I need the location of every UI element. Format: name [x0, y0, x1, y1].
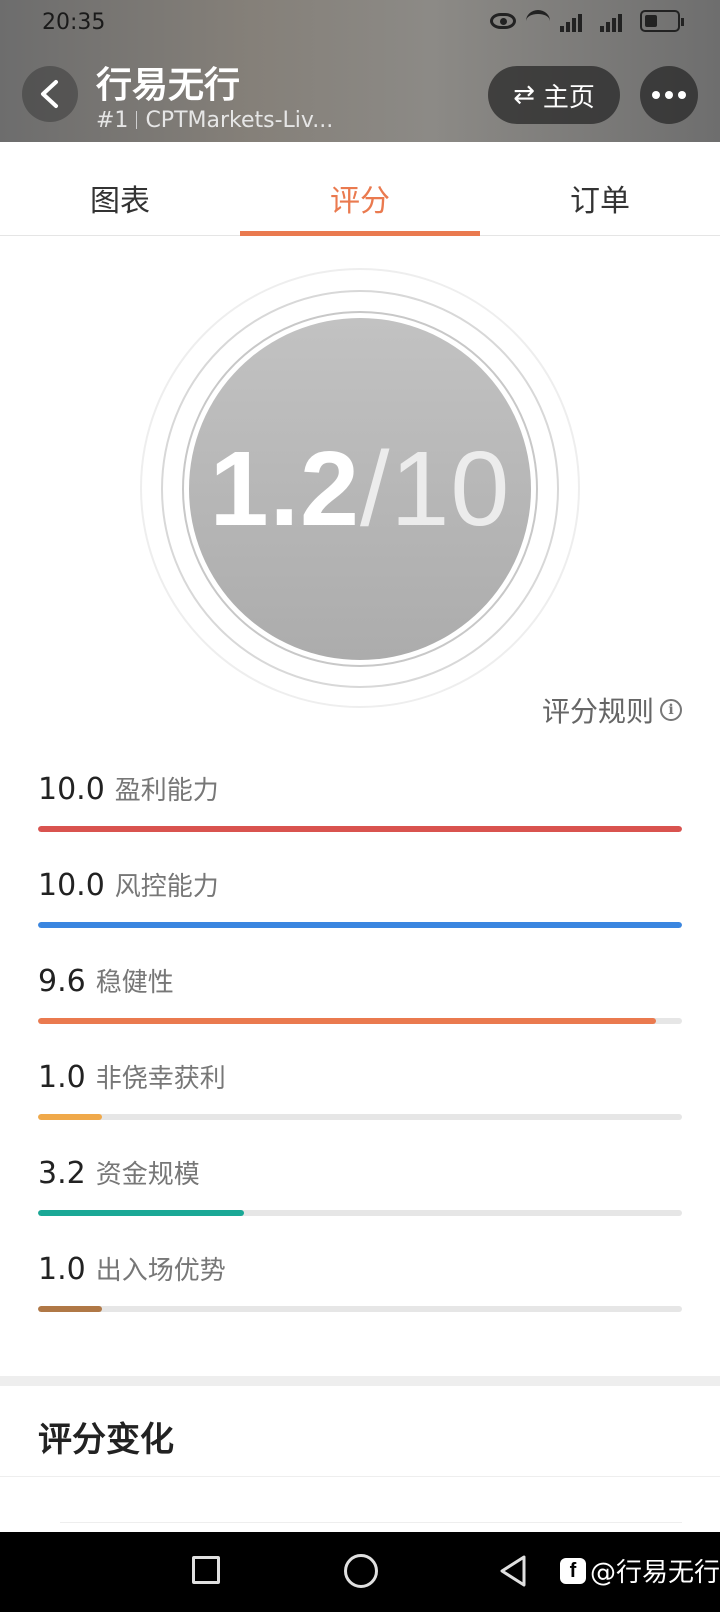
battery-icon — [640, 10, 684, 32]
metric-value: 9.6 — [38, 964, 86, 999]
metric-label: 非侥幸获利 — [95, 1064, 226, 1094]
divider — [136, 111, 138, 129]
recents-button[interactable] — [192, 1556, 220, 1584]
metric-value: 10.0 — [38, 772, 105, 807]
metric-row: 3.2 资金规模 — [38, 1154, 682, 1234]
metric-row: 9.6 稳健性 — [38, 962, 682, 1042]
metric-bar-fill — [38, 1018, 657, 1024]
tab-score[interactable]: 评分 — [240, 142, 480, 236]
rank-label: #1 — [96, 108, 129, 133]
metric-bar-fill — [38, 922, 682, 928]
eye-icon — [490, 13, 516, 29]
app-logo-icon: f — [560, 1557, 586, 1584]
more-dot-icon — [665, 91, 673, 99]
page-title: 行易无行 — [96, 65, 241, 106]
tab-orders[interactable]: 订单 — [480, 142, 720, 235]
divider — [0, 1476, 720, 1477]
metric-row: 10.0 盈利能力 — [38, 770, 682, 850]
metric-row: 10.0 风控能力 — [38, 866, 682, 946]
watermark: f @行易无行 — [560, 1552, 720, 1589]
metric-value: 3.2 — [38, 1156, 86, 1191]
app-header: 20:35 行易无行 #1 CPTMarkets-Liv... ⇄ 主页 — [0, 0, 720, 142]
metric-label: 稳健性 — [95, 968, 174, 998]
metric-row: 1.0 非侥幸获利 — [38, 1058, 682, 1138]
score-max: /10 — [360, 429, 511, 548]
more-button[interactable] — [640, 66, 698, 124]
swap-icon: ⇄ — [513, 80, 535, 110]
score-rules-label: 评分规则 — [541, 695, 654, 728]
score-value: 1.2 — [209, 429, 360, 548]
metric-value: 1.0 — [38, 1252, 86, 1287]
tab-bar: 图表 评分 订单 — [0, 142, 720, 236]
metric-head: 3.2 资金规模 — [38, 1154, 682, 1191]
metric-value: 1.0 — [38, 1060, 86, 1095]
metric-label: 风控能力 — [114, 872, 219, 902]
chevron-left-icon — [41, 80, 58, 108]
tab-chart[interactable]: 图表 — [0, 142, 240, 235]
home-button[interactable]: ⇄ 主页 — [488, 66, 620, 124]
watermark-text: @行易无行 — [590, 1558, 720, 1588]
metric-label: 资金规模 — [95, 1160, 200, 1190]
info-icon: i — [660, 699, 682, 721]
score-rules-link[interactable]: 评分规则 i — [542, 690, 682, 730]
metric-bar-track — [38, 826, 682, 832]
metric-bar-fill — [38, 826, 682, 832]
metric-head: 1.0 出入场优势 — [38, 1250, 682, 1287]
metric-bar-fill — [38, 1306, 103, 1312]
metric-head: 10.0 风控能力 — [38, 866, 682, 903]
wifi-icon — [526, 10, 550, 32]
section-divider — [0, 1376, 720, 1386]
metric-head: 9.6 稳健性 — [38, 962, 682, 999]
score-disc: 1.2/10 — [189, 318, 531, 660]
score-history-title: 评分变化 — [38, 1420, 174, 1460]
metric-bar-fill — [38, 1114, 103, 1120]
metric-label: 盈利能力 — [114, 776, 219, 806]
back-button[interactable] — [22, 66, 78, 122]
account-name: CPTMarkets-Liv... — [145, 108, 334, 133]
metric-bar-track — [38, 922, 682, 928]
more-dot-icon — [652, 91, 660, 99]
status-icons — [490, 10, 684, 32]
back-nav-button[interactable] — [496, 1554, 530, 1588]
metric-bar-fill — [38, 1210, 245, 1216]
signal-icon — [560, 10, 590, 32]
signal-icon-2 — [600, 10, 630, 32]
overall-score: 1.2/10 — [210, 429, 511, 550]
account-subtitle: #1 CPTMarkets-Liv... — [96, 108, 333, 133]
metric-head: 10.0 盈利能力 — [38, 770, 682, 807]
system-nav-bar: f @行易无行 — [0, 1532, 720, 1612]
home-label: 主页 — [542, 82, 595, 113]
metric-label: 出入场优势 — [95, 1256, 226, 1286]
status-bar: 20:35 — [0, 0, 720, 48]
metric-head: 1.0 非侥幸获利 — [38, 1058, 682, 1095]
metric-bar-track — [38, 1018, 682, 1024]
metric-row: 1.0 出入场优势 — [38, 1250, 682, 1330]
metric-bar-track — [38, 1114, 682, 1120]
metric-value: 10.0 — [38, 868, 105, 903]
metric-bar-track — [38, 1210, 682, 1216]
metric-bar-track — [38, 1306, 682, 1312]
home-nav-button[interactable] — [344, 1554, 378, 1588]
divider — [60, 1522, 682, 1523]
status-time: 20:35 — [42, 10, 106, 35]
more-dot-icon — [678, 91, 686, 99]
